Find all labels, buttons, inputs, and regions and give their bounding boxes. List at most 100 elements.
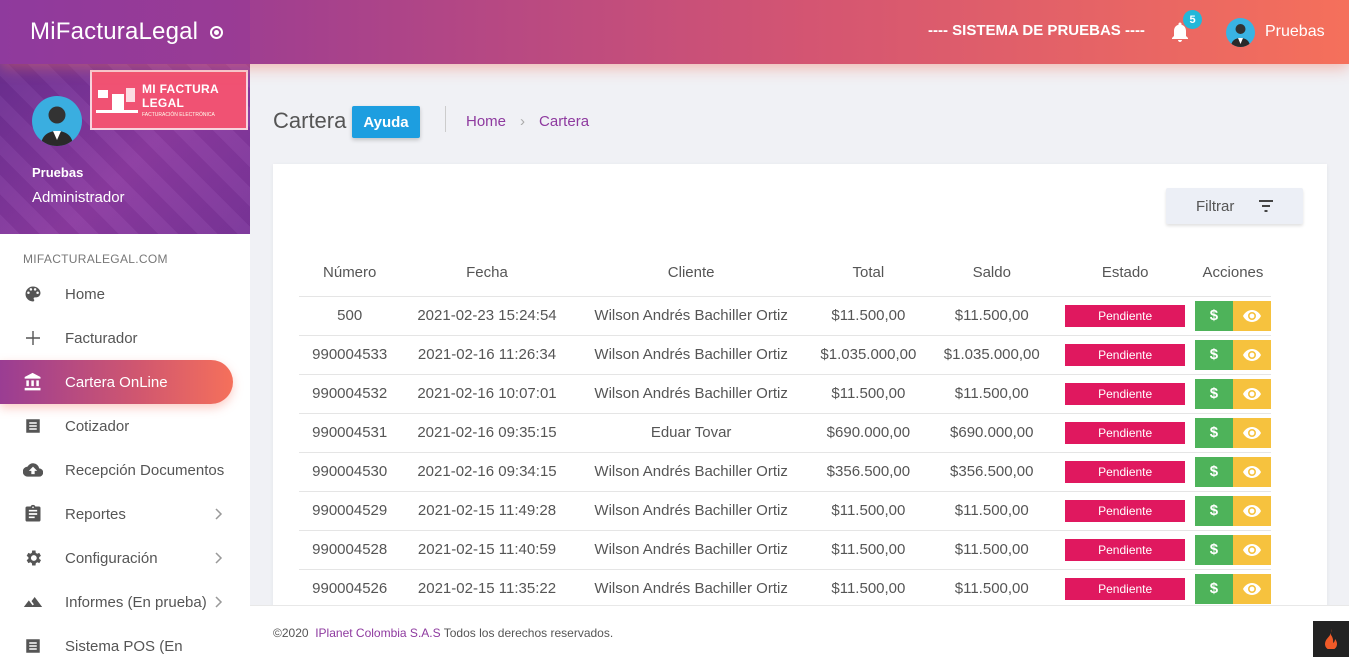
bank-icon <box>23 372 43 392</box>
cell-saldo: $690.000,00 <box>928 413 1056 453</box>
status-badge: Pendiente <box>1065 421 1186 444</box>
view-button[interactable] <box>1232 378 1271 409</box>
pay-button[interactable]: $ <box>1194 300 1233 331</box>
cell-total: $690.000,00 <box>808 413 929 453</box>
sidebar-item-home[interactable]: Home <box>0 272 250 316</box>
view-button[interactable] <box>1232 495 1271 526</box>
cell-total: $11.500,00 <box>808 569 929 609</box>
breadcrumb: Home › Cartera <box>466 113 589 130</box>
cell-total: $11.500,00 <box>808 530 929 570</box>
view-button[interactable] <box>1232 339 1271 370</box>
cell-cliente: Wilson Andrés Bachiller Ortiz <box>573 491 809 531</box>
sidebar-item-sistema-pos[interactable]: Sistema POS (En <box>0 624 250 657</box>
footer: ©2020 IPlanet Colombia S.A.S Todos los d… <box>250 605 1349 657</box>
sidebar-toggle-icon[interactable] <box>210 25 224 39</box>
sidebar-item-facturador[interactable]: Facturador <box>0 316 250 360</box>
sidebar-item-reportes[interactable]: Reportes <box>0 492 250 536</box>
cell-cliente: Wilson Andrés Bachiller Ortiz <box>573 296 809 336</box>
column-header[interactable]: Saldo <box>928 250 1056 297</box>
help-button[interactable]: Ayuda <box>352 106 420 138</box>
cell-fecha: 2021-02-15 11:40:59 <box>400 530 574 570</box>
sidebar-item-label: Recepción Documentos <box>65 461 225 479</box>
chevron-right-icon <box>215 596 223 608</box>
view-button[interactable] <box>1232 456 1271 487</box>
breadcrumb-home[interactable]: Home <box>466 113 506 130</box>
row-actions: $ <box>1194 417 1271 448</box>
row-actions: $ <box>1194 456 1271 487</box>
sidebar-item-label: Configuración <box>65 549 158 567</box>
list-icon <box>23 636 43 656</box>
sidebar-item-label: Cotizador <box>65 417 130 435</box>
avatar[interactable] <box>1226 18 1255 47</box>
cell-fecha: 2021-02-23 15:24:54 <box>400 296 574 336</box>
brand: MiFacturaLegal <box>0 0 250 64</box>
view-button[interactable] <box>1232 534 1271 565</box>
sidebar-item-label: Home <box>65 285 106 303</box>
sidebar-item-cotizador[interactable]: Cotizador <box>0 404 250 448</box>
cell-numero: 500 <box>299 296 401 336</box>
breadcrumb-separator-icon: › <box>520 113 526 130</box>
pay-button[interactable]: $ <box>1194 378 1233 409</box>
pay-button[interactable]: $ <box>1194 456 1233 487</box>
table-header-row: Número Fecha Cliente Total Saldo Estado … <box>299 250 1271 297</box>
cell-numero: 990004533 <box>299 335 401 375</box>
table-row: 990004526 2021-02-15 11:35:22 Wilson André… <box>299 569 1271 609</box>
eye-icon <box>1242 387 1261 400</box>
status-badge: Pendiente <box>1065 382 1186 405</box>
pay-button[interactable]: $ <box>1194 573 1233 604</box>
footer-company-link[interactable]: IPlanet Colombia S.A.S <box>315 626 440 640</box>
notification-badge[interactable]: 5 <box>1183 10 1202 29</box>
user-name[interactable]: Pruebas <box>1265 23 1325 41</box>
pay-button[interactable]: $ <box>1194 534 1233 565</box>
column-header[interactable]: Fecha <box>400 250 574 297</box>
table-row: 500 2021-02-23 15:24:54 Wilson Andrés Bach… <box>299 296 1271 336</box>
cell-cliente: Wilson Andrés Bachiller Ortiz <box>573 335 809 375</box>
column-header[interactable]: Cliente <box>573 250 809 297</box>
status-badge: Pendiente <box>1065 460 1186 483</box>
column-header[interactable]: Total <box>808 250 929 297</box>
sidebar-item-recepcion-documentos[interactable]: Recepción Documentos <box>0 448 250 492</box>
table-row: 990004532 2021-02-16 10:07:01 Wilson André… <box>299 374 1271 414</box>
eye-icon <box>1242 582 1261 595</box>
cartera-table: Número Fecha Cliente Total Saldo Estado … <box>299 250 1271 609</box>
pay-button[interactable]: $ <box>1194 339 1233 370</box>
view-button[interactable] <box>1232 300 1271 331</box>
sidebar-item-informes[interactable]: Informes (En prueba) <box>0 580 250 624</box>
table-row: 990004529 2021-02-15 11:49:28 Wilson André… <box>299 491 1271 531</box>
eye-icon <box>1242 309 1261 322</box>
cell-cliente: Eduar Tovar <box>573 413 809 453</box>
row-actions: $ <box>1194 573 1271 604</box>
company-logo: MI FACTURA LEGAL FACTURACIÓN ELECTRÓNICA <box>90 70 248 130</box>
row-actions: $ <box>1194 378 1271 409</box>
column-header[interactable]: Estado <box>1055 250 1195 297</box>
brand-title[interactable]: MiFacturaLegal <box>30 18 198 46</box>
view-button[interactable] <box>1232 573 1271 604</box>
sidebar-item-cartera-online[interactable]: Cartera OnLine <box>0 360 233 404</box>
cell-cliente: Wilson Andrés Bachiller Ortiz <box>573 569 809 609</box>
sidebar-section-title: MIFACTURALEGAL.COM <box>23 252 168 266</box>
filter-button[interactable]: Filtrar <box>1166 188 1303 224</box>
plus-icon <box>23 328 43 348</box>
logo-illustration-icon <box>96 88 138 113</box>
row-actions: $ <box>1194 534 1271 565</box>
view-button[interactable] <box>1232 417 1271 448</box>
filter-label: Filtrar <box>1196 197 1235 215</box>
pay-button[interactable]: $ <box>1194 417 1233 448</box>
breadcrumb-cartera[interactable]: Cartera <box>539 113 589 130</box>
cell-acciones: $ <box>1194 374 1271 414</box>
table-row: 990004528 2021-02-15 11:40:59 Wilson André… <box>299 530 1271 570</box>
eye-icon <box>1242 543 1261 556</box>
table-row: 990004530 2021-02-16 09:34:15 Wilson André… <box>299 452 1271 492</box>
cell-numero: 990004526 <box>299 569 401 609</box>
cell-total: $11.500,00 <box>808 296 929 336</box>
pay-button[interactable]: $ <box>1194 495 1233 526</box>
fire-icon[interactable] <box>1313 621 1349 657</box>
chevron-right-icon <box>215 508 223 520</box>
cartera-card: Filtrar Número Fecha Cliente Total Saldo… <box>273 164 1327 614</box>
top-bar: MiFacturaLegal ---- SISTEMA DE PRUEBAS -… <box>0 0 1349 64</box>
logo-title: MI FACTURA LEGAL <box>142 82 219 110</box>
status-badge: Pendiente <box>1065 577 1186 600</box>
sidebar-item-configuracion[interactable]: Configuración <box>0 536 250 580</box>
eye-icon <box>1242 504 1261 517</box>
column-header[interactable]: Número <box>299 250 401 297</box>
